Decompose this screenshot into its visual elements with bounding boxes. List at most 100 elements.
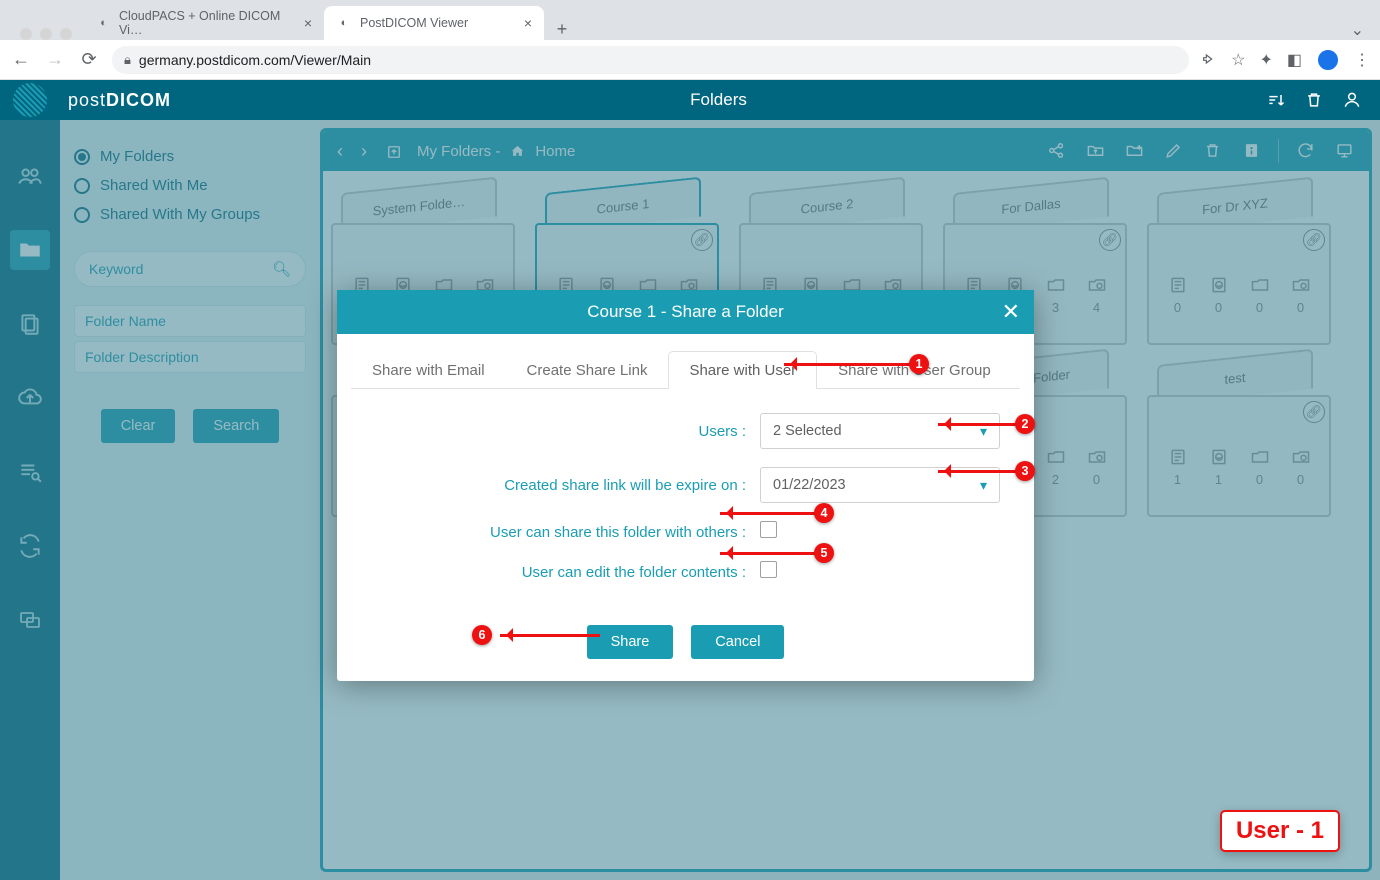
cancel-button[interactable]: Cancel [691,625,784,659]
folder-name-input[interactable]: Folder Name [74,305,306,337]
rail-groups-icon[interactable] [10,156,50,196]
modal-title: Course 1 - Share a Folder [587,302,784,322]
new-tab-button[interactable]: + [548,19,576,40]
radio-icon [74,149,90,165]
user-icon[interactable] [1342,89,1362,112]
folder-test[interactable]: test1100🔗︎ [1143,357,1335,517]
side-panel: My FoldersShared With MeShared With My G… [60,120,320,880]
modal-tab-share-with-email[interactable]: Share with Email [351,351,506,389]
favicon-1: ◐ [96,15,111,31]
traffic-min[interactable] [40,28,52,40]
folder-stat-icon [1250,273,1270,296]
modal-tab-share-with-user[interactable]: Share with User [668,351,817,389]
radio-shared-with-my-groups[interactable]: Shared With My Groups [74,200,306,229]
link-icon: 🔗︎ [1303,401,1325,423]
folder-stat-icon [1250,445,1270,468]
nav-back-icon[interactable]: ← [10,49,32,70]
folder-stat-icon [1291,273,1311,296]
radio-icon [74,178,90,194]
expire-date-select[interactable]: 01/22/2023 ▾ [760,467,1000,503]
folder-stat-icon [1291,445,1311,468]
chevron-down-icon: ▾ [980,477,987,494]
up-icon[interactable] [381,141,407,162]
folder-stat-icon [1168,273,1188,296]
folder-stat-icon [1209,445,1229,468]
back-icon[interactable]: ‹ [333,141,347,162]
app-topbar: postDICOM Folders [0,80,1380,120]
can-edit-label: User can edit the folder contents : [371,564,760,581]
traffic-max[interactable] [60,28,72,40]
nav-forward-icon[interactable]: → [44,49,66,70]
search-icon[interactable]: 🔍︎ [272,260,291,278]
modal-tab-share-with-user-group[interactable]: Share with User Group [817,351,1012,389]
expire-label: Created share link will be expire on : [371,477,760,494]
rail-documents-icon[interactable] [10,304,50,344]
can-edit-checkbox[interactable] [760,561,777,578]
bookmark-star-icon[interactable]: ☆ [1231,50,1245,70]
folder-desc-input[interactable]: Folder Description [74,341,306,373]
rail-sync-icon[interactable] [10,526,50,566]
breadcrumb-root[interactable]: My Folders - [417,143,500,160]
share-page-icon[interactable] [1201,51,1217,69]
browser-tab-1[interactable]: ◐ CloudPACS + Online DICOM Vi… × [84,6,324,40]
forward-icon[interactable]: › [357,141,371,162]
kebab-menu-icon[interactable]: ⋮ [1354,50,1370,70]
modal-tab-create-share-link[interactable]: Create Share Link [506,351,669,389]
browser-tab-2[interactable]: ◐ PostDICOM Viewer × [324,6,544,40]
share-folder-modal: Course 1 - Share a Folder ✕ Share with E… [337,290,1034,681]
add-folder-icon[interactable] [1120,140,1149,162]
users-select[interactable]: 2 Selected ▾ [760,413,1000,449]
breadcrumb-home[interactable]: Home [535,143,575,160]
page-title: Folders [171,90,1266,110]
can-share-label: User can share this folder with others : [371,524,760,541]
radio-my-folders[interactable]: My Folders [74,142,306,171]
refresh-icon[interactable] [1291,140,1320,162]
share-button[interactable]: Share [587,625,674,659]
search-input[interactable]: Keyword 🔍︎ [74,251,306,287]
close-tab-icon[interactable]: × [296,15,312,31]
tab-title-1: CloudPACS + Online DICOM Vi… [119,9,296,37]
app-logo-icon [13,83,47,117]
can-share-checkbox[interactable] [760,521,777,538]
folder-stat-icon [1209,273,1229,296]
present-icon[interactable] [1330,140,1359,162]
rail-folders-icon[interactable] [10,230,50,270]
left-rail [0,120,60,880]
trash-icon[interactable] [1304,89,1324,112]
edit-icon[interactable] [1159,140,1188,162]
panel-icon[interactable]: ◧ [1287,50,1302,70]
close-tab-icon[interactable]: × [516,15,532,31]
search-button[interactable]: Search [193,409,279,443]
address-bar[interactable]: 🔒︎ germany.postdicom.com/Viewer/Main [112,46,1189,74]
info-icon[interactable] [1237,140,1266,162]
reload-icon[interactable]: ⟳ [78,49,100,70]
folder-stat-icon [1046,273,1066,296]
folder-for-dr-xyz[interactable]: For Dr XYZ0000🔗︎ [1143,185,1335,345]
share-icon[interactable] [1042,140,1071,162]
folder-stat-icon [1087,273,1107,296]
traffic-close[interactable] [20,28,32,40]
delete-icon[interactable] [1198,140,1227,162]
search-placeholder: Keyword [89,261,143,277]
profile-avatar[interactable] [1316,48,1340,72]
url-text: germany.postdicom.com/Viewer/Main [139,52,371,68]
folder-stat-icon [1046,445,1066,468]
folder-stat-icon [1087,445,1107,468]
close-modal-icon[interactable]: ✕ [1002,299,1020,325]
users-label: Users : [371,423,760,440]
link-icon: 🔗︎ [1099,229,1121,251]
sort-icon[interactable] [1266,89,1286,112]
radio-shared-with-me[interactable]: Shared With Me [74,171,306,200]
brand-text: postDICOM [68,90,171,111]
folder-up-icon[interactable] [1081,140,1110,162]
tab-overflow-icon[interactable]: ⌄ [1351,20,1364,40]
rail-list-search-icon[interactable] [10,452,50,492]
clear-button[interactable]: Clear [101,409,176,443]
tab-title-2: PostDICOM Viewer [360,16,468,30]
rail-screens-icon[interactable] [10,600,50,640]
extensions-icon[interactable]: ✦ [1259,50,1272,70]
user-badge: User - 1 [1220,810,1340,852]
folder-stat-icon [1168,445,1188,468]
favicon-2: ◐ [336,15,352,31]
rail-upload-icon[interactable] [10,378,50,418]
